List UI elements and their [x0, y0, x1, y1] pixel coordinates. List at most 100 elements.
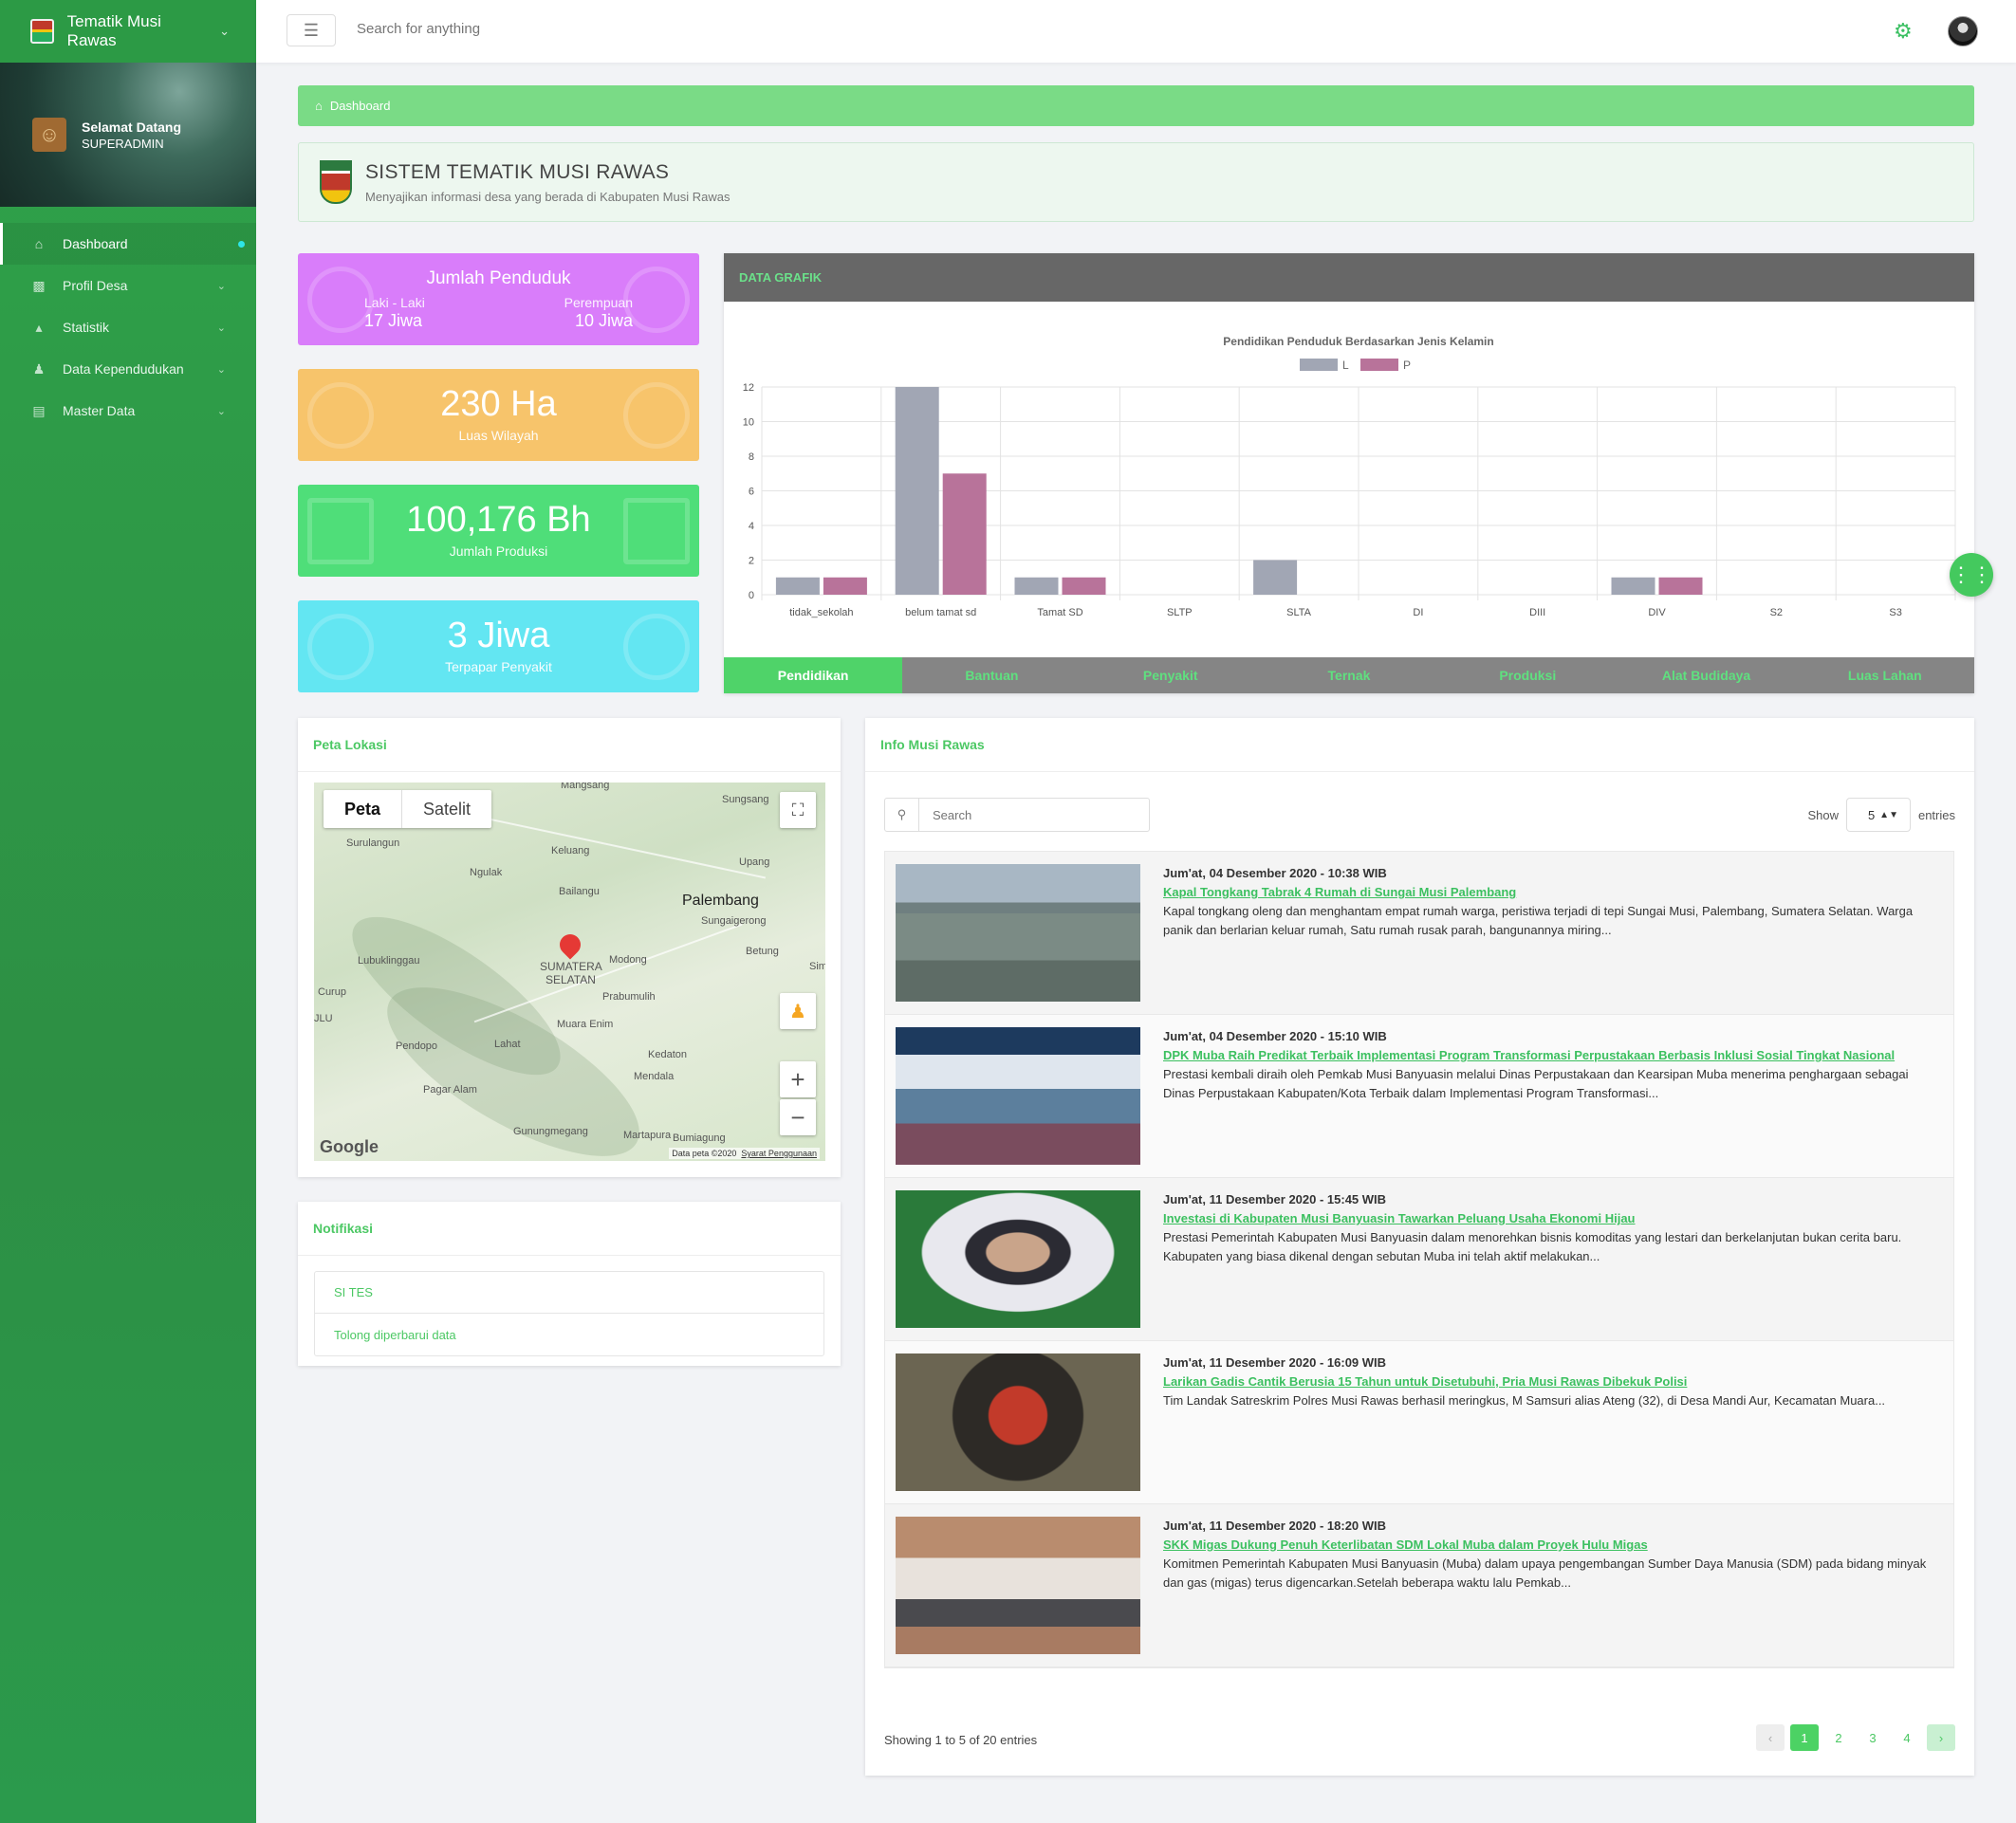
zoom-in-button[interactable]: +: [780, 1061, 816, 1097]
news-item[interactable]: Jum'at, 11 Desember 2020 - 15:45 WIB Inv…: [885, 1178, 1953, 1341]
news-date: Jum'at, 11 Desember 2020 - 18:20 WIB: [1163, 1519, 1387, 1533]
global-search-input[interactable]: [357, 21, 736, 37]
x-tick-label: DI: [1413, 607, 1423, 618]
map-attribution: Data peta ©2020 Syarat Penggunaan: [669, 1148, 820, 1159]
news-item[interactable]: Jum'at, 04 Desember 2020 - 10:38 WIB Kap…: [885, 852, 1953, 1015]
map-place: Gunungmegang: [513, 1126, 588, 1137]
map-place: Sungsang: [722, 794, 769, 805]
pegman-icon[interactable]: ♟: [780, 993, 816, 1029]
entries-select[interactable]: 5 ▲▼: [1845, 798, 1911, 832]
stat-card-population[interactable]: Jumlah Penduduk Laki - Laki 17 Jiwa Pere…: [298, 253, 699, 345]
map-place: Modong: [609, 954, 647, 966]
page-button[interactable]: 3: [1859, 1724, 1887, 1751]
bar-l-4: [1253, 560, 1298, 595]
active-indicator: [238, 240, 245, 248]
map-place: Sungaigerong: [701, 915, 767, 927]
sidebar-item-label: Profil Desa: [63, 278, 128, 293]
x-tick-label: SLTA: [1286, 607, 1312, 618]
sidebar-item-profil-desa[interactable]: ▩ Profil Desa ⌄: [0, 265, 256, 306]
next-page-button[interactable]: ›: [1927, 1724, 1955, 1751]
news-excerpt: Prestasi Pemerintah Kabupaten Musi Banyu…: [1163, 1230, 1902, 1263]
brand[interactable]: Tematik Musi Rawas ⌄: [0, 0, 256, 63]
sidebar-item-data-kependudukan[interactable]: ♟ Data Kependudukan ⌄: [0, 348, 256, 390]
news-excerpt: Tim Landak Satreskrim Polres Musi Rawas …: [1163, 1393, 1886, 1408]
news-title-link[interactable]: SKK Migas Dukung Penuh Keterlibatan SDM …: [1163, 1538, 1943, 1552]
news-item[interactable]: Jum'at, 11 Desember 2020 - 16:09 WIB Lar…: [885, 1341, 1953, 1504]
location-map[interactable]: Mangsang Sungsang Surulangun Keluang Ngu…: [314, 783, 825, 1161]
user-avatar-top[interactable]: [1948, 16, 1978, 46]
notification-item[interactable]: SI TES: [315, 1272, 823, 1314]
sidebar-item-dashboard[interactable]: ⌂ Dashboard: [0, 223, 256, 265]
chevron-down-icon: ⌄: [216, 363, 226, 376]
prev-page-button[interactable]: ‹: [1756, 1724, 1785, 1751]
hamburger-icon: ☰: [303, 20, 320, 40]
stat-card-production[interactable]: 100,176 Bh Jumlah Produksi: [298, 485, 699, 577]
news-title-link[interactable]: Larikan Gadis Cantik Berusia 15 Tahun un…: [1163, 1374, 1895, 1389]
news-thumbnail[interactable]: [896, 1353, 1140, 1491]
map-place: Mendala: [634, 1071, 675, 1082]
y-tick-label: 12: [743, 382, 754, 394]
chevron-down-icon: ⌄: [216, 322, 226, 334]
page-button[interactable]: 1: [1790, 1724, 1819, 1751]
menu-toggle-button[interactable]: ☰: [287, 14, 336, 46]
page-button[interactable]: 4: [1893, 1724, 1921, 1751]
y-tick-label: 0: [749, 590, 754, 601]
user-panel: ☺ Selamat Datang SUPERADMIN: [0, 63, 256, 207]
area-chart-icon: ▴: [35, 319, 43, 335]
info-search-input[interactable]: [919, 807, 1149, 822]
app-logo: [30, 19, 54, 44]
tab-luas-lahan[interactable]: Luas Lahan: [1796, 657, 1974, 693]
news-item[interactable]: Jum'at, 11 Desember 2020 - 18:20 WIB SKK…: [885, 1504, 1953, 1667]
tab-ternak[interactable]: Ternak: [1260, 657, 1438, 693]
grid-icon: ⋮⋮: [1951, 562, 1992, 586]
news-title-link[interactable]: Kapal Tongkang Tabrak 4 Rumah di Sungai …: [1163, 885, 1943, 899]
stat-card-area[interactable]: 230 Ha Luas Wilayah: [298, 369, 699, 461]
tab-produksi[interactable]: Produksi: [1438, 657, 1617, 693]
entries-value: 5: [1867, 807, 1876, 822]
chart-card-header: DATA GRAFIK: [724, 253, 1974, 302]
news-thumbnail[interactable]: [896, 1190, 1140, 1328]
sidebar-item-label: Master Data: [63, 403, 136, 418]
y-tick-label: 4: [749, 521, 754, 532]
notification-item[interactable]: Tolong diperbarui data: [315, 1314, 823, 1355]
page-title: SISTEM TEMATIK MUSI RAWAS: [365, 160, 670, 183]
tab-pendidikan[interactable]: Pendidikan: [724, 657, 903, 693]
user-avatar[interactable]: ☺: [32, 118, 66, 152]
notification-card: Notifikasi SI TES Tolong diperbarui data: [298, 1202, 841, 1366]
breadcrumb-item[interactable]: Dashboard: [330, 99, 391, 113]
news-thumbnail[interactable]: [896, 1517, 1140, 1654]
legend-label: P: [1403, 359, 1411, 372]
apps-grid-button[interactable]: ⋮⋮: [1950, 553, 1993, 597]
info-title: Info Musi Rawas: [865, 718, 1974, 772]
tab-bantuan[interactable]: Bantuan: [902, 657, 1081, 693]
sidebar-nav: ⌂ Dashboard ▩ Profil Desa ⌄ ▴ Statistik …: [0, 223, 256, 432]
news-title-link[interactable]: DPK Muba Raih Predikat Terbaik Implement…: [1163, 1048, 1943, 1062]
stat-card-disease[interactable]: 3 Jiwa Terpapar Penyakit: [298, 600, 699, 692]
chart-tabs: Pendidikan Bantuan Penyakit Ternak Produ…: [724, 657, 1974, 693]
map-place: Pendopo: [396, 1040, 438, 1052]
news-thumbnail[interactable]: [896, 864, 1140, 1002]
chevron-down-icon[interactable]: ⌄: [219, 24, 230, 39]
news-thumbnail[interactable]: [896, 1027, 1140, 1165]
male-label: Laki - Laki: [364, 295, 425, 310]
page-button[interactable]: 2: [1824, 1724, 1853, 1751]
terms-link[interactable]: Syarat Penggunaan: [741, 1149, 817, 1158]
location-pin-icon[interactable]: [555, 930, 585, 960]
map-type-peta[interactable]: Peta: [324, 790, 403, 828]
tab-penyakit[interactable]: Penyakit: [1082, 657, 1260, 693]
home-icon[interactable]: ⌂: [315, 99, 323, 113]
tab-alat-budidaya[interactable]: Alat Budidaya: [1617, 657, 1795, 693]
fullscreen-icon[interactable]: ⛶: [780, 792, 816, 828]
entries-label: entries: [1917, 807, 1955, 822]
sidebar-item-statistik[interactable]: ▴ Statistik ⌄: [0, 306, 256, 348]
zoom-out-button[interactable]: −: [780, 1099, 816, 1135]
gear-icon[interactable]: ⚙: [1894, 19, 1913, 44]
bar-p-2: [1062, 577, 1106, 595]
news-title-link[interactable]: Investasi di Kabupaten Musi Banyuasin Ta…: [1163, 1211, 1943, 1225]
sidebar-item-master-data[interactable]: ▤ Master Data ⌄: [0, 390, 256, 432]
legend-label: L: [1342, 359, 1349, 372]
info-card: Info Musi Rawas ⚲ Show 5▲▼ entries Jum'a…: [865, 718, 1974, 1776]
news-item[interactable]: Jum'at, 04 Desember 2020 - 15:10 WIB DPK…: [885, 1015, 1953, 1178]
x-tick-label: SLTP: [1167, 607, 1193, 618]
map-type-satelit[interactable]: Satelit: [402, 790, 491, 828]
